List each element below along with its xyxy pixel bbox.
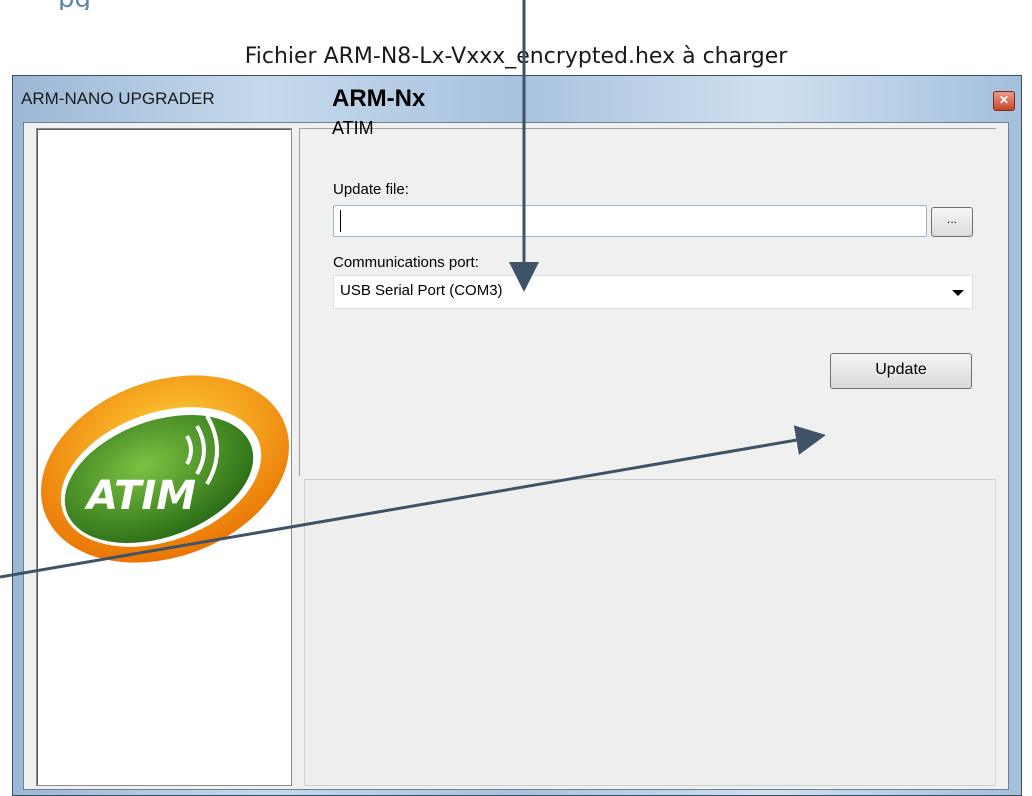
- company-name: ATIM: [332, 118, 374, 138]
- update-file-input[interactable]: [333, 205, 927, 237]
- upgrader-window: ARM-NANO UPGRADER ✕ ATIM: [12, 75, 1022, 796]
- port-select[interactable]: USB Serial Port (COM3): [333, 275, 973, 309]
- logo-panel: ATIM: [36, 128, 292, 786]
- port-value: USB Serial Port (COM3): [340, 282, 503, 299]
- product-name: ARM-Nx: [332, 85, 426, 112]
- port-label: Communications port:: [333, 254, 479, 271]
- title-bar[interactable]: ARM-NANO UPGRADER ✕: [13, 76, 1021, 122]
- close-icon: ✕: [998, 93, 1010, 107]
- logo-text: ATIM: [84, 473, 196, 519]
- document-heading-fragment: pg: [58, 0, 91, 10]
- close-button[interactable]: ✕: [993, 91, 1015, 111]
- update-file-label: Update file:: [333, 181, 409, 198]
- atim-logo: ATIM: [37, 374, 293, 564]
- file-caption: Fichier ARM-N8-Lx-Vxxx_encrypted.hex à c…: [244, 44, 788, 69]
- browse-button[interactable]: ...: [931, 207, 973, 237]
- update-button[interactable]: Update: [830, 353, 972, 389]
- text-caret: [340, 210, 341, 232]
- window-title: ARM-NANO UPGRADER: [21, 89, 215, 108]
- status-panel: [304, 479, 996, 786]
- dropdown-arrow-icon: [952, 290, 964, 296]
